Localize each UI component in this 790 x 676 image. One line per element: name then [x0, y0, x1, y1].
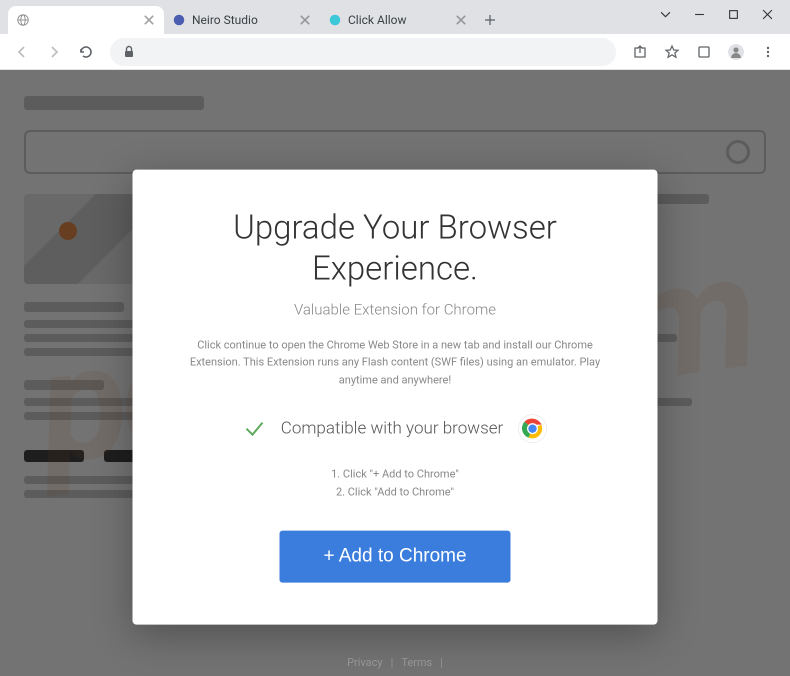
maximize-button[interactable]	[716, 0, 750, 28]
install-steps: 1. Click "+ Add to Chrome" 2. Click "Add…	[173, 465, 618, 502]
edge-icon	[328, 13, 342, 27]
extensions-button[interactable]	[690, 38, 718, 66]
back-button[interactable]	[8, 38, 36, 66]
window-controls	[648, 0, 790, 28]
privacy-link[interactable]: Privacy	[347, 656, 383, 669]
neiro-icon	[172, 13, 186, 27]
profile-button[interactable]	[722, 38, 750, 66]
close-tab-icon[interactable]	[298, 13, 312, 27]
tab-click-allow[interactable]: Click Allow	[320, 6, 476, 34]
bookmark-button[interactable]	[658, 38, 686, 66]
upgrade-modal: Upgrade Your Browser Experience. Valuabl…	[133, 170, 658, 625]
tab-title: Click Allow	[348, 13, 448, 27]
dropdown-button[interactable]	[648, 0, 682, 28]
tab-active[interactable]	[8, 6, 164, 34]
compatible-text: Compatible with your browser	[281, 418, 503, 438]
terms-link[interactable]: Terms	[401, 656, 432, 669]
close-tab-icon[interactable]	[142, 13, 156, 27]
lock-icon	[122, 45, 136, 59]
globe-icon	[16, 13, 30, 27]
close-tab-icon[interactable]	[454, 13, 468, 27]
compatibility-row: Compatible with your browser	[173, 413, 618, 443]
forward-button[interactable]	[40, 38, 68, 66]
modal-subtitle: Valuable Extension for Chrome	[173, 300, 618, 318]
tab-neiro[interactable]: Neiro Studio	[164, 6, 320, 34]
checkmark-icon	[243, 416, 267, 440]
address-bar[interactable]	[110, 38, 616, 66]
step-2: 2. Click "Add to Chrome"	[173, 484, 618, 503]
add-to-chrome-button[interactable]: + Add to Chrome	[279, 531, 510, 583]
share-button[interactable]	[626, 38, 654, 66]
tab-title: Neiro Studio	[192, 13, 292, 27]
modal-title: Upgrade Your Browser Experience.	[173, 208, 618, 291]
modal-description: Click continue to open the Chrome Web St…	[173, 336, 618, 389]
reload-button[interactable]	[72, 38, 100, 66]
new-tab-button[interactable]	[476, 6, 504, 34]
page-footer: Privacy | Terms |	[0, 648, 790, 676]
minimize-button[interactable]	[682, 0, 716, 28]
browser-toolbar	[0, 34, 790, 70]
close-window-button[interactable]	[750, 0, 784, 28]
chrome-icon	[517, 413, 547, 443]
step-1: 1. Click "+ Add to Chrome"	[173, 465, 618, 484]
menu-button[interactable]	[754, 38, 782, 66]
page-content: pcrisk.com Upgrade Your Browser Experien…	[0, 70, 790, 676]
